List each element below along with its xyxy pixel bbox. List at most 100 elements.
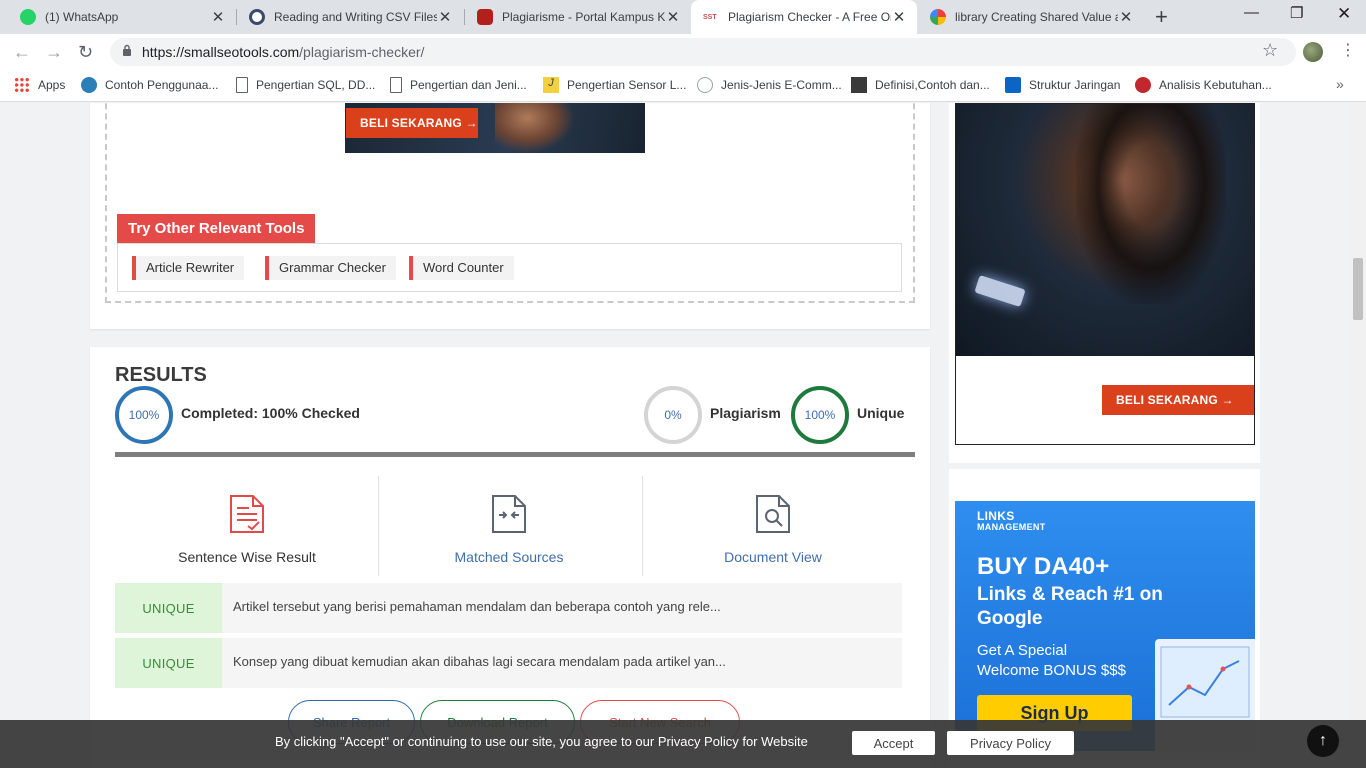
buy-now-button[interactable]: BELI SEKARANG → [1102, 385, 1254, 415]
banner-subheadline: Links & Reach #1 on Google [977, 584, 1163, 629]
forward-icon[interactable]: → [45, 42, 63, 63]
bookmarks-overflow-icon[interactable]: » [1336, 76, 1344, 92]
close-icon[interactable]: ✕ [437, 8, 453, 26]
whatsapp-icon [20, 9, 36, 25]
tab-title: Plagiarisme - Portal Kampus Ke [502, 10, 665, 24]
reload-icon[interactable]: ↻ [78, 42, 93, 63]
sst-icon: SST [703, 13, 717, 21]
red-logo-icon [1135, 77, 1151, 93]
browser-tab-strip: (1) WhatsApp ✕ Reading and Writing CSV F… [0, 0, 1366, 34]
scrollbar-thumb[interactable] [1353, 258, 1363, 320]
view-label: Document View [724, 549, 822, 565]
j-icon: J [543, 77, 559, 93]
tab-csv[interactable]: Reading and Writing CSV Files ✕ [237, 0, 463, 34]
tools-list: Article Rewriter Grammar Checker Word Co… [117, 243, 902, 292]
page-scrollbar[interactable] [1350, 103, 1366, 768]
tab-campus[interactable]: Plagiarisme - Portal Kampus Ke ✕ [465, 0, 691, 34]
unique-badge: UNIQUE [115, 638, 222, 688]
result-sentence: Artikel tersebut yang berisi pemahaman m… [233, 599, 721, 614]
tool-word-counter[interactable]: Word Counter [409, 256, 514, 280]
page-icon [236, 77, 248, 93]
bookmark-item[interactable]: Analisis Kebutuhan... [1135, 77, 1272, 93]
apps-grid-icon [14, 77, 30, 93]
ad-photo [956, 104, 1254, 356]
lock-icon[interactable] [122, 44, 132, 56]
result-row[interactable]: UNIQUE Artikel tersebut yang berisi pema… [115, 583, 902, 633]
bookmark-item[interactable]: Contoh Penggunaa... [81, 77, 218, 93]
unique-circle: 100% [791, 386, 849, 444]
view-label: Matched Sources [454, 549, 564, 565]
bookmark-item[interactable]: J Pengertian Sensor L... [543, 77, 686, 93]
completed-circle: 100% [115, 386, 173, 444]
tab-whatsapp[interactable]: (1) WhatsApp ✕ [8, 0, 236, 34]
close-icon[interactable]: ✕ [891, 8, 907, 26]
maximize-button[interactable]: ❐ [1290, 4, 1303, 22]
back-icon[interactable]: ← [13, 42, 31, 63]
avatar[interactable] [1303, 42, 1323, 62]
kebab-menu-icon[interactable]: ⋮ [1340, 40, 1356, 60]
tab-title: (1) WhatsApp [45, 10, 119, 24]
tool-grammar-checker[interactable]: Grammar Checker [265, 256, 396, 280]
close-icon[interactable]: ✕ [1118, 8, 1134, 26]
sidebar-ad[interactable]: BELI SEKARANG → [955, 103, 1255, 445]
url-text: https://smallseotools.com/plagiarism-che… [142, 44, 425, 60]
tool-article-rewriter[interactable]: Article Rewriter [132, 256, 245, 280]
tab-title: Reading and Writing CSV Files [274, 10, 437, 24]
globe-icon [249, 9, 265, 25]
result-row[interactable]: UNIQUE Konsep yang dibuat kemudian akan … [115, 638, 902, 688]
links-management-logo: LINKS MANAGEMENT [977, 509, 1046, 532]
buy-now-button[interactable]: BELI SEKARANG → [346, 108, 478, 138]
tab-title: library Creating Shared Value a [955, 10, 1118, 24]
plagiarism-label: Plagiarism [710, 405, 781, 421]
tab-library[interactable]: library Creating Shared Value a ✕ [918, 0, 1144, 34]
bookmark-item[interactable]: Pengertian dan Jeni... [390, 77, 527, 93]
close-icon[interactable]: ✕ [210, 8, 226, 26]
bookmark-item[interactable]: Jenis-Jenis E-Comm... [697, 77, 842, 93]
banner-offer: Get A Special Welcome BONUS $$$ [977, 642, 1126, 679]
star-icon[interactable]: ☆ [1262, 40, 1278, 61]
unique-label: Unique [857, 405, 905, 421]
plagiarism-circle: 0% [644, 386, 702, 444]
browser-toolbar: ← → ↻ https://smallseotools.com/plagiari… [0, 34, 1366, 70]
bookmark-item[interactable]: Struktur Jaringan [1005, 77, 1120, 93]
campus-icon [477, 9, 493, 25]
tab-title: Plagiarism Checker - A Free Or [728, 10, 891, 24]
google-icon [930, 9, 946, 25]
tab-document-view[interactable]: Document View [641, 476, 905, 576]
new-tab-button[interactable]: + [1155, 6, 1168, 28]
close-window-button[interactable]: ✕ [1337, 4, 1351, 24]
links-management-banner[interactable]: LINKS MANAGEMENT BUY DA40+ Links & Reach… [955, 501, 1255, 751]
bookmark-item[interactable]: Definisi,Contoh dan... [851, 77, 990, 93]
wordpress-icon [81, 77, 97, 93]
circle-icon [697, 77, 713, 93]
completed-label: Completed: 100% Checked [181, 405, 360, 421]
page-icon [390, 77, 402, 93]
bookmark-item[interactable]: Pengertian SQL, DD... [236, 77, 375, 93]
unique-badge: UNIQUE [115, 583, 222, 633]
compare-icon [492, 495, 526, 533]
tab-plagiarism-checker[interactable]: SST Plagiarism Checker - A Free Or ✕ [691, 0, 917, 34]
report-icon [230, 495, 264, 533]
bookmark-apps[interactable]: Apps [14, 77, 65, 93]
tools-heading: Try Other Relevant Tools [117, 214, 316, 243]
privacy-policy-button[interactable]: Privacy Policy [947, 731, 1074, 755]
person-icon [851, 77, 867, 93]
cookie-message: By clicking "Accept" or continuing to us… [275, 734, 808, 749]
address-bar[interactable]: https://smallseotools.com/plagiarism-che… [110, 38, 1296, 66]
banner-headline: BUY DA40+ [977, 553, 1110, 580]
result-sentence: Konsep yang dibuat kemudian akan dibahas… [233, 654, 726, 669]
view-label: Sentence Wise Result [178, 549, 316, 565]
progress-fill [115, 452, 915, 457]
minimize-button[interactable]: — [1244, 4, 1259, 21]
tab-matched-sources[interactable]: Matched Sources [377, 476, 641, 576]
results-title: RESULTS [115, 364, 207, 386]
cookie-consent-bar: By clicking "Accept" or continuing to us… [0, 720, 1366, 768]
tab-sentence-wise-result[interactable]: Sentence Wise Result [115, 476, 379, 576]
progress-bar [115, 452, 915, 457]
page-viewport: BELI SEKARANG → Try Other Relevant Tools… [0, 103, 1350, 768]
accept-cookies-button[interactable]: Accept [852, 731, 935, 755]
close-icon[interactable]: ✕ [665, 8, 681, 26]
document-search-icon [756, 495, 790, 533]
back-to-top-button[interactable]: ↑ [1307, 725, 1339, 757]
bookmarks-bar: Apps Contoh Penggunaa... Pengertian SQL,… [0, 70, 1366, 102]
